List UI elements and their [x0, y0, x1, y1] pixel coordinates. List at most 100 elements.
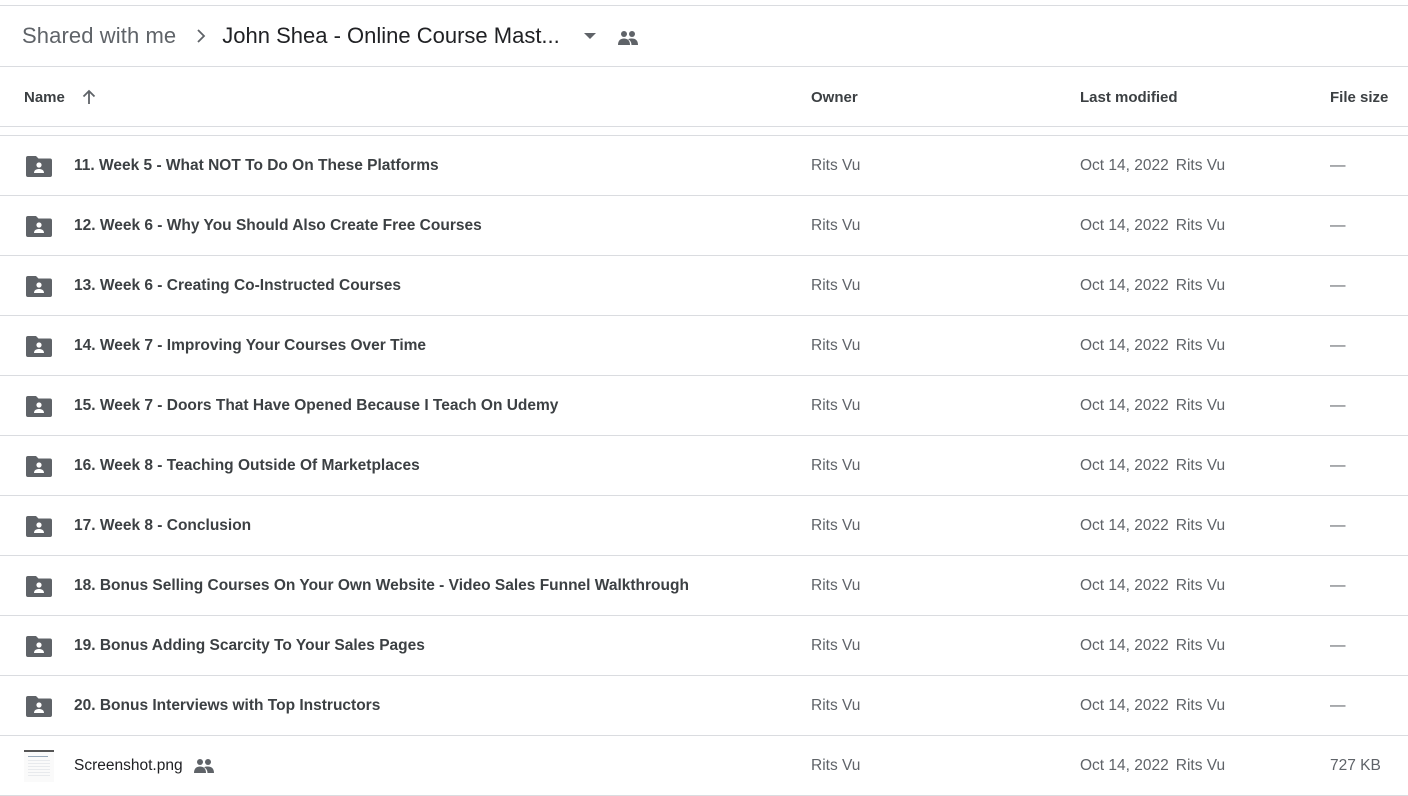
file-size: —	[1330, 516, 1346, 534]
shared-folder-icon	[24, 676, 54, 735]
file-row[interactable]: 12. Week 6 - Why You Should Also Create …	[0, 196, 1408, 256]
file-name[interactable]: 17. Week 8 - Conclusion	[74, 496, 251, 555]
file-last-modified: Oct 14, 2022 Rits Vu	[1080, 376, 1225, 435]
file-owner: Rits Vu	[811, 636, 861, 654]
shared-folder-icon	[24, 556, 54, 615]
modified-by: Rits Vu	[1175, 516, 1226, 534]
file-name[interactable]: 11. Week 5 - What NOT To Do On These Pla…	[74, 136, 439, 195]
folder-menu-dropdown[interactable]	[580, 26, 600, 46]
modified-date: Oct 14, 2022	[1080, 636, 1169, 654]
column-header-file-size[interactable]: File size	[1330, 67, 1388, 127]
breadcrumb-current-folder[interactable]: John Shea - Online Course Mast...	[222, 23, 560, 49]
sort-ascending-arrow-icon[interactable]	[80, 67, 98, 127]
file-size: 727 KB	[1330, 756, 1381, 774]
file-owner: Rits Vu	[811, 396, 861, 414]
file-last-modified: Oct 14, 2022 Rits Vu	[1080, 496, 1225, 555]
modified-date: Oct 14, 2022	[1080, 756, 1169, 774]
file-size: —	[1330, 636, 1346, 654]
file-owner: Rits Vu	[811, 216, 861, 234]
column-header-name[interactable]: Name	[24, 67, 65, 127]
file-last-modified: Oct 14, 2022 Rits Vu	[1080, 736, 1225, 795]
file-last-modified: Oct 14, 2022 Rits Vu	[1080, 676, 1225, 735]
shared-folder-icon	[24, 376, 54, 435]
file-name[interactable]: 12. Week 6 - Why You Should Also Create …	[74, 196, 482, 255]
file-name[interactable]: 19. Bonus Adding Scarcity To Your Sales …	[74, 616, 425, 675]
file-last-modified: Oct 14, 2022 Rits Vu	[1080, 256, 1225, 315]
file-owner: Rits Vu	[811, 516, 861, 534]
modified-by: Rits Vu	[1175, 396, 1226, 414]
file-owner: Rits Vu	[811, 456, 861, 474]
file-size: —	[1330, 216, 1346, 234]
caret-down-icon	[583, 33, 596, 39]
modified-by: Rits Vu	[1175, 756, 1226, 774]
file-name[interactable]: Screenshot.png	[74, 736, 183, 795]
modified-date: Oct 14, 2022	[1080, 216, 1169, 234]
shared-people-icon[interactable]	[616, 26, 640, 50]
modified-date: Oct 14, 2022	[1080, 336, 1169, 354]
file-list: 11. Week 5 - What NOT To Do On These Pla…	[0, 136, 1408, 796]
modified-date: Oct 14, 2022	[1080, 396, 1169, 414]
file-last-modified: Oct 14, 2022 Rits Vu	[1080, 316, 1225, 375]
modified-by: Rits Vu	[1175, 636, 1226, 654]
file-owner: Rits Vu	[811, 756, 861, 774]
file-row[interactable]: 19. Bonus Adding Scarcity To Your Sales …	[0, 616, 1408, 676]
file-size: —	[1330, 396, 1346, 414]
image-thumbnail	[24, 736, 54, 795]
file-owner: Rits Vu	[811, 156, 861, 174]
file-row[interactable]: Screenshot.png Rits Vu Oct 14, 2022 Rits …	[0, 736, 1408, 796]
file-name[interactable]: 13. Week 6 - Creating Co-Instructed Cour…	[74, 256, 401, 315]
file-name[interactable]: 16. Week 8 - Teaching Outside Of Marketp…	[74, 436, 420, 495]
file-last-modified: Oct 14, 2022 Rits Vu	[1080, 136, 1225, 195]
file-row[interactable]: 15. Week 7 - Doors That Have Opened Beca…	[0, 376, 1408, 436]
modified-by: Rits Vu	[1175, 336, 1226, 354]
file-row[interactable]: 13. Week 6 - Creating Co-Instructed Cour…	[0, 256, 1408, 316]
modified-by: Rits Vu	[1175, 156, 1226, 174]
file-row[interactable]: 14. Week 7 - Improving Your Courses Over…	[0, 316, 1408, 376]
file-name[interactable]: 20. Bonus Interviews with Top Instructor…	[74, 676, 380, 735]
breadcrumb-shared-with-me[interactable]: Shared with me	[22, 23, 176, 49]
file-owner: Rits Vu	[811, 276, 861, 294]
shared-folder-icon	[24, 316, 54, 375]
file-row[interactable]: 20. Bonus Interviews with Top Instructor…	[0, 676, 1408, 736]
file-name[interactable]: 15. Week 7 - Doors That Have Opened Beca…	[74, 376, 558, 435]
shared-folder-icon	[24, 136, 54, 195]
shared-folder-icon	[24, 496, 54, 555]
shared-people-icon	[193, 736, 215, 795]
file-last-modified: Oct 14, 2022 Rits Vu	[1080, 616, 1225, 675]
column-header-last-modified[interactable]: Last modified	[1080, 67, 1178, 127]
file-size: —	[1330, 576, 1346, 594]
file-last-modified: Oct 14, 2022 Rits Vu	[1080, 556, 1225, 615]
breadcrumb: Shared with me John Shea - Online Course…	[0, 6, 1408, 67]
modified-by: Rits Vu	[1175, 696, 1226, 714]
file-owner: Rits Vu	[811, 336, 861, 354]
column-header-owner[interactable]: Owner	[811, 67, 858, 127]
modified-by: Rits Vu	[1175, 276, 1226, 294]
shared-folder-icon	[24, 256, 54, 315]
file-owner: Rits Vu	[811, 696, 861, 714]
chevron-right-icon	[194, 26, 208, 46]
shared-folder-icon	[24, 436, 54, 495]
file-row[interactable]: 11. Week 5 - What NOT To Do On These Pla…	[0, 136, 1408, 196]
file-name[interactable]: 14. Week 7 - Improving Your Courses Over…	[74, 316, 426, 375]
shared-folder-icon	[24, 196, 54, 255]
file-row[interactable]: 17. Week 8 - Conclusion Rits Vu Oct 14, …	[0, 496, 1408, 556]
file-row[interactable]: 18. Bonus Selling Courses On Your Own We…	[0, 556, 1408, 616]
file-size: —	[1330, 276, 1346, 294]
file-size: —	[1330, 336, 1346, 354]
modified-date: Oct 14, 2022	[1080, 576, 1169, 594]
modified-date: Oct 14, 2022	[1080, 516, 1169, 534]
modified-date: Oct 14, 2022	[1080, 696, 1169, 714]
file-size: —	[1330, 456, 1346, 474]
file-size: —	[1330, 156, 1346, 174]
file-name[interactable]: 18. Bonus Selling Courses On Your Own We…	[74, 556, 689, 615]
modified-by: Rits Vu	[1175, 216, 1226, 234]
modified-by: Rits Vu	[1175, 456, 1226, 474]
file-row[interactable]: 16. Week 8 - Teaching Outside Of Marketp…	[0, 436, 1408, 496]
file-last-modified: Oct 14, 2022 Rits Vu	[1080, 436, 1225, 495]
modified-date: Oct 14, 2022	[1080, 156, 1169, 174]
modified-date: Oct 14, 2022	[1080, 276, 1169, 294]
file-last-modified: Oct 14, 2022 Rits Vu	[1080, 196, 1225, 255]
shared-folder-icon	[24, 616, 54, 675]
file-owner: Rits Vu	[811, 576, 861, 594]
file-size: —	[1330, 696, 1346, 714]
